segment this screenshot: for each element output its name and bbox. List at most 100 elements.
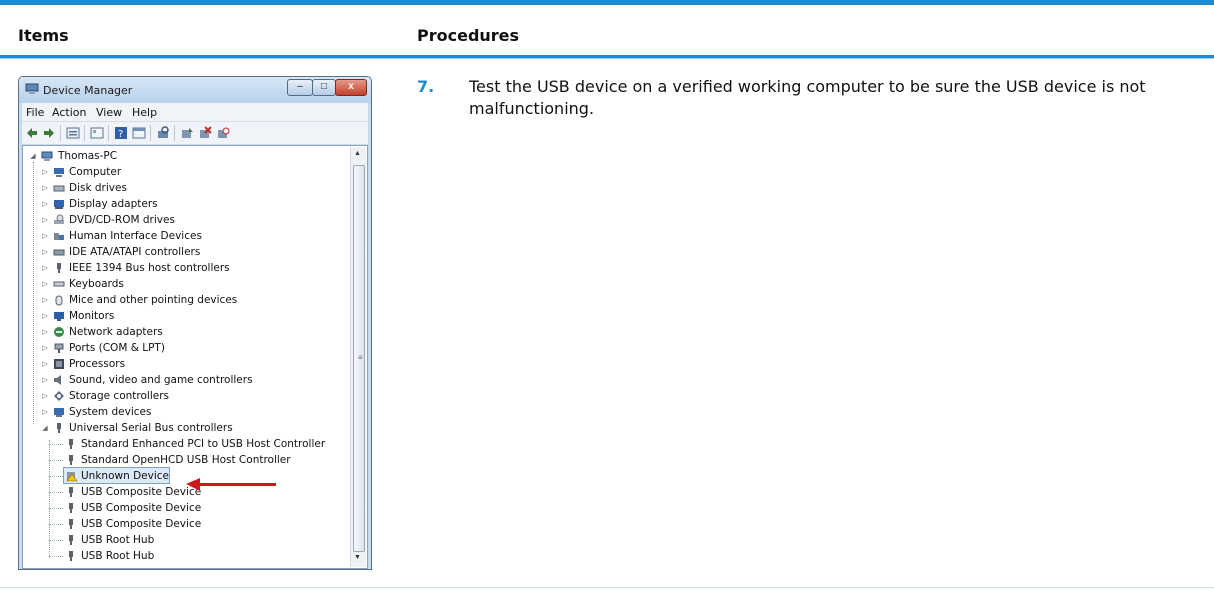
menu-action[interactable]: Action	[52, 106, 86, 119]
tree-category[interactable]: ▷ Ports (COM & LPT)	[41, 340, 341, 356]
tree-device[interactable]: USB Composite Device	[65, 500, 325, 516]
uninstall-icon[interactable]	[198, 126, 212, 140]
tree-device-unknown[interactable]: Unknown Device	[63, 467, 170, 484]
maximize-button[interactable]: □	[312, 79, 336, 96]
expand-arrow-icon[interactable]: ▷	[41, 360, 49, 368]
expand-arrow-icon[interactable]: ▷	[41, 392, 49, 400]
bottom-rule	[0, 587, 1214, 588]
expand-arrow-icon[interactable]: ▷	[41, 200, 49, 208]
scan-hardware-icon[interactable]	[156, 126, 170, 140]
update-driver-icon[interactable]	[180, 126, 194, 140]
scroll-up-arrow-icon[interactable]: ▲	[354, 150, 361, 157]
step-number: 7.	[417, 77, 435, 96]
tree-category[interactable]: ▷ IDE ATA/ATAPI controllers	[41, 244, 341, 260]
back-arrow-icon[interactable]	[25, 126, 39, 140]
usb-plug-icon	[57, 423, 61, 433]
tree-device[interactable]: USB Composite Device	[65, 516, 325, 532]
tree-device[interactable]: Standard Enhanced PCI to USB Host Contro…	[65, 436, 325, 452]
expand-arrow-icon[interactable]: ▷	[41, 344, 49, 352]
tree-category[interactable]: ▷ IEEE 1394 Bus host controllers	[41, 260, 341, 276]
collapse-arrow-icon[interactable]: ◢	[29, 152, 37, 160]
expand-arrow-icon[interactable]: ▷	[41, 248, 49, 256]
tree-category[interactable]: ▷ Keyboards	[41, 276, 341, 292]
header-procedures: Procedures	[417, 26, 520, 45]
tree-category[interactable]: ▷ Processors	[41, 356, 341, 372]
help-icon[interactable]: ?	[114, 126, 128, 140]
tree-device[interactable]: USB Root Hub	[65, 548, 325, 564]
mouse-icon	[55, 295, 63, 306]
network-adapter-icon	[54, 327, 64, 337]
expand-arrow-icon[interactable]: ▷	[41, 232, 49, 240]
device-manager-window: Device Manager – □ x File Action View He…	[18, 76, 372, 570]
tree-category[interactable]: ▷ Human Interface Devices	[41, 228, 341, 244]
expand-arrow-icon[interactable]: ▷	[41, 328, 49, 336]
tree-connector	[49, 460, 63, 461]
console-icon[interactable]	[132, 126, 146, 140]
title-bar: Device Manager – □ x	[19, 77, 371, 103]
expand-arrow-icon[interactable]: ▷	[41, 376, 49, 384]
tree-category[interactable]: ▷ System devices	[41, 404, 341, 420]
tree-category[interactable]: ▷ Storage controllers	[41, 388, 341, 404]
disable-device-icon[interactable]	[216, 126, 230, 140]
computer-icon	[54, 168, 64, 177]
tree-connector	[49, 444, 63, 445]
menu-help[interactable]: Help	[132, 106, 157, 119]
tree-connector	[49, 492, 63, 493]
usb-plug-icon	[57, 263, 61, 273]
category-label: IEEE 1394 Bus host controllers	[69, 262, 230, 274]
category-label: Human Interface Devices	[69, 230, 202, 242]
tree-root[interactable]: ◢ Thomas-PC	[29, 148, 229, 164]
port-icon	[54, 343, 64, 353]
tree-category[interactable]: ▷ Disk drives	[41, 180, 341, 196]
category-label: Processors	[69, 358, 126, 370]
expand-arrow-icon[interactable]: ▷	[41, 408, 49, 416]
tree-category[interactable]: ▷ Network adapters	[41, 324, 341, 340]
toolbar: ?	[22, 121, 368, 144]
expand-arrow-icon[interactable]: ▷	[41, 184, 49, 192]
category-label: DVD/CD-ROM drives	[69, 214, 175, 226]
computer-icon	[41, 151, 53, 161]
expand-arrow-icon[interactable]: ▷	[41, 216, 49, 224]
tree-category[interactable]: ▷ Sound, video and game controllers	[41, 372, 341, 388]
tree-device[interactable]: USB Root Hub	[65, 532, 325, 548]
ide-controller-icon	[53, 249, 65, 256]
processor-icon	[54, 359, 64, 369]
device-label: USB Composite Device	[81, 486, 202, 498]
minimize-button[interactable]: –	[287, 79, 313, 96]
expand-arrow-icon[interactable]: ▷	[41, 280, 49, 288]
table-header: Items Procedures	[0, 5, 1214, 55]
monitor-icon	[54, 312, 64, 321]
close-button[interactable]: x	[335, 79, 367, 96]
expand-arrow-icon[interactable]: ▷	[41, 168, 49, 176]
tree-category[interactable]: ▷ DVD/CD-ROM drives	[41, 212, 341, 228]
vertical-scrollbar[interactable]: ▲ ≡ ▼	[350, 147, 366, 567]
expand-arrow-icon[interactable]: ▷	[41, 296, 49, 304]
tree-device[interactable]: Standard OpenHCD USB Host Controller	[65, 452, 325, 468]
expand-arrow-icon[interactable]: ▷	[41, 312, 49, 320]
category-label: System devices	[69, 406, 152, 418]
menu-bar: File Action View Help	[22, 103, 368, 121]
header-items: Items	[18, 26, 69, 45]
tree-category-usb[interactable]: ◢ Universal Serial Bus controllers	[41, 420, 341, 436]
usb-plug-icon	[69, 519, 73, 529]
category-label: Computer	[69, 166, 122, 178]
usb-plug-icon	[69, 455, 73, 465]
category-label: Network adapters	[69, 326, 163, 338]
menu-file[interactable]: File	[26, 106, 44, 119]
toolbar-separator	[84, 125, 85, 141]
forward-arrow-icon[interactable]	[42, 126, 56, 140]
tree-category[interactable]: ▷ Mice and other pointing devices	[41, 292, 341, 308]
window-title: Device Manager	[43, 84, 133, 97]
list-view-icon[interactable]	[90, 126, 104, 140]
tree-category[interactable]: ▷ Monitors	[41, 308, 341, 324]
tree-category[interactable]: ▷ Display adapters	[41, 196, 341, 212]
scroll-down-arrow-icon[interactable]: ▼	[354, 554, 361, 561]
tree-category[interactable]: ▷ Computer	[41, 164, 341, 180]
scrollbar-thumb[interactable]: ≡	[353, 165, 365, 552]
storage-controller-icon	[54, 391, 64, 401]
expand-arrow-icon[interactable]: ▷	[41, 264, 49, 272]
properties-view-icon[interactable]	[66, 126, 80, 140]
collapse-arrow-icon[interactable]: ◢	[41, 424, 49, 432]
menu-view[interactable]: View	[96, 106, 122, 119]
device-label: USB Composite Device	[81, 518, 202, 530]
